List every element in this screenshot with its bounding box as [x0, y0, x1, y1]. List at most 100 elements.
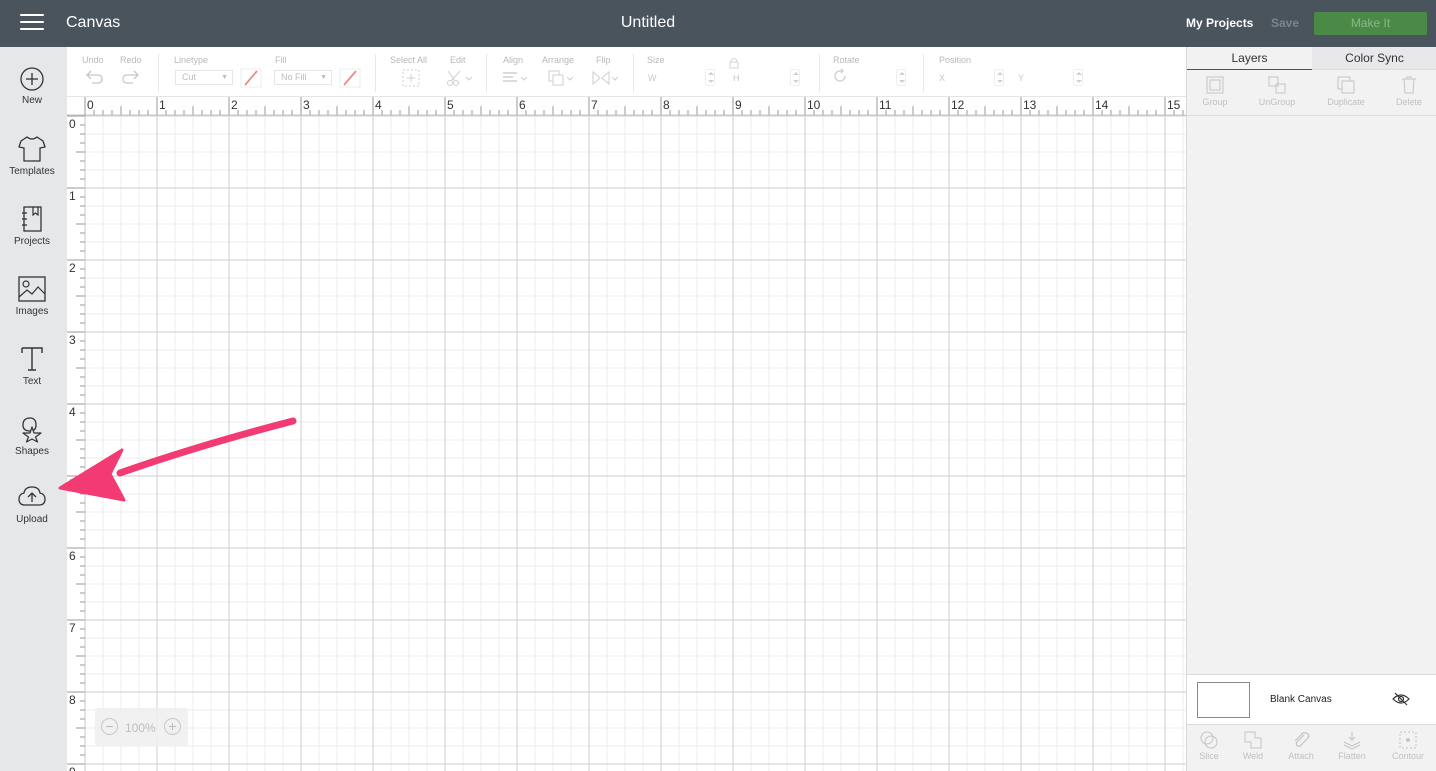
edit-scissors-icon[interactable]: [446, 69, 474, 87]
redo-icon[interactable]: [121, 69, 141, 85]
position-label: Position: [939, 55, 972, 65]
position-x-input[interactable]: [951, 70, 991, 85]
ruler-x-label: 6: [519, 98, 526, 112]
my-projects-link[interactable]: My Projects: [1186, 16, 1253, 30]
rotate-stepper[interactable]: [896, 69, 906, 86]
sidebar-item-templates[interactable]: Templates: [0, 135, 64, 195]
ruler-y-label: 5: [69, 477, 76, 491]
make-it-button[interactable]: Make It: [1314, 12, 1427, 35]
layer-row-blank-canvas[interactable]: Blank Canvas: [1187, 674, 1436, 724]
ruler-y-label: 0: [69, 117, 76, 131]
width-input[interactable]: [660, 70, 700, 85]
width-stepper[interactable]: [705, 69, 715, 86]
align-icon[interactable]: [502, 71, 530, 85]
arrange-icon[interactable]: [547, 69, 575, 87]
redo-label: Redo: [120, 55, 142, 65]
flip-label: Flip: [596, 55, 611, 65]
flatten-button[interactable]: Flatten: [1328, 730, 1376, 761]
ruler-y-label: 3: [69, 333, 76, 347]
duplicate-icon: [1337, 76, 1355, 94]
document-title[interactable]: Untitled: [0, 14, 1296, 32]
position-x-stepper[interactable]: [994, 69, 1004, 86]
position-y-input[interactable]: [1030, 70, 1070, 85]
chevron-down-icon: ▼: [221, 74, 228, 81]
zoom-out-button[interactable]: −: [101, 718, 118, 735]
align-label: Align: [503, 55, 524, 65]
layer-actions: Group UnGroup Duplicate Delete: [1187, 70, 1436, 116]
sidebar-item-label: Text: [22, 376, 42, 387]
duplicate-label: Duplicate: [1327, 97, 1365, 107]
sidebar-item-projects[interactable]: Projects: [0, 205, 64, 265]
save-button[interactable]: Save: [1271, 16, 1299, 30]
sidebar-item-text[interactable]: Text: [0, 345, 64, 405]
tab-layers[interactable]: Layers: [1187, 47, 1312, 70]
canvas-grid[interactable]: 01234567891011121314150123456789: [67, 97, 1186, 771]
attach-button[interactable]: Attach: [1277, 730, 1325, 761]
ruler-y-label: 4: [69, 405, 76, 419]
sidebar-item-upload[interactable]: Upload: [0, 485, 64, 545]
linetype-select[interactable]: Cut ▼: [175, 70, 233, 85]
flip-icon[interactable]: [591, 69, 619, 87]
toolbar-separator: [633, 54, 634, 92]
hidden-eye-icon[interactable]: [1392, 692, 1410, 706]
toolbar-separator: [375, 54, 376, 92]
ungroup-button[interactable]: UnGroup: [1247, 75, 1307, 107]
sidebar-item-shapes[interactable]: Shapes: [0, 415, 64, 475]
ruler-x-label: 1: [159, 98, 166, 112]
fill-value: No Fill: [281, 72, 307, 82]
delete-button[interactable]: Delete: [1379, 75, 1436, 107]
linetype-value: Cut: [182, 72, 197, 82]
group-label: Group: [1202, 97, 1228, 107]
ruler-x-label: 9: [735, 98, 742, 112]
rotate-input[interactable]: [852, 70, 892, 85]
fill-color-swatch-icon[interactable]: [339, 68, 361, 88]
group-icon: [1206, 76, 1224, 94]
ruler-y-label: 6: [69, 549, 76, 563]
lock-aspect-icon[interactable]: [727, 56, 741, 70]
chevron-down-icon: ▼: [320, 74, 327, 81]
ungroup-label: UnGroup: [1258, 97, 1296, 107]
zoom-in-button[interactable]: +: [164, 718, 181, 735]
app-window: Canvas Untitled My Projects Save Make It…: [0, 0, 1436, 771]
tshirt-icon: [18, 136, 46, 162]
flatten-icon: [1343, 732, 1361, 750]
paperclip-icon: [1294, 732, 1310, 747]
slice-button[interactable]: Slice: [1185, 730, 1233, 761]
weld-label: Weld: [1242, 751, 1264, 761]
position-y-stepper[interactable]: [1073, 69, 1083, 86]
path-actions: Slice Weld Attach Flatten Contour: [1187, 724, 1436, 771]
ruler-x-label: 10: [807, 98, 821, 112]
height-stepper[interactable]: [790, 69, 800, 86]
undo-icon[interactable]: [84, 69, 104, 85]
sidebar-item-new[interactable]: New: [0, 66, 64, 126]
group-button[interactable]: Group: [1185, 75, 1245, 107]
canvas-thumbnail[interactable]: [1197, 682, 1250, 718]
linetype-color-swatch-icon[interactable]: [240, 68, 262, 88]
contour-button[interactable]: Contour: [1384, 730, 1432, 761]
canvas-background: [67, 97, 1186, 771]
select-all-icon[interactable]: [402, 69, 420, 87]
ruler-y-label: 2: [69, 261, 76, 275]
notebook-icon: [22, 206, 42, 232]
text-t-icon: [21, 347, 43, 371]
left-sidebar: New Templates Projects Images Text Shape…: [0, 47, 67, 771]
ruler-x-label: 14: [1095, 98, 1109, 112]
ruler-y-label: 1: [69, 189, 76, 203]
duplicate-button[interactable]: Duplicate: [1316, 75, 1376, 107]
undo-label: Undo: [82, 55, 104, 65]
weld-icon: [1244, 731, 1262, 749]
weld-button[interactable]: Weld: [1229, 730, 1277, 761]
ungroup-icon: [1268, 76, 1286, 94]
fill-select[interactable]: No Fill ▼: [274, 70, 332, 85]
height-input[interactable]: [745, 70, 785, 85]
design-canvas[interactable]: 01234567891011121314150123456789: [67, 97, 1186, 771]
ruler-x-label: 2: [231, 98, 238, 112]
layer-name: Blank Canvas: [1270, 694, 1332, 705]
ruler-x-label: 0: [87, 98, 94, 112]
sidebar-item-images[interactable]: Images: [0, 275, 64, 335]
toolbar-separator: [158, 54, 159, 92]
ruler-y-label: 9: [69, 765, 76, 771]
flatten-label: Flatten: [1338, 751, 1366, 761]
tab-color-sync[interactable]: Color Sync: [1312, 47, 1436, 70]
trash-icon: [1402, 76, 1416, 94]
